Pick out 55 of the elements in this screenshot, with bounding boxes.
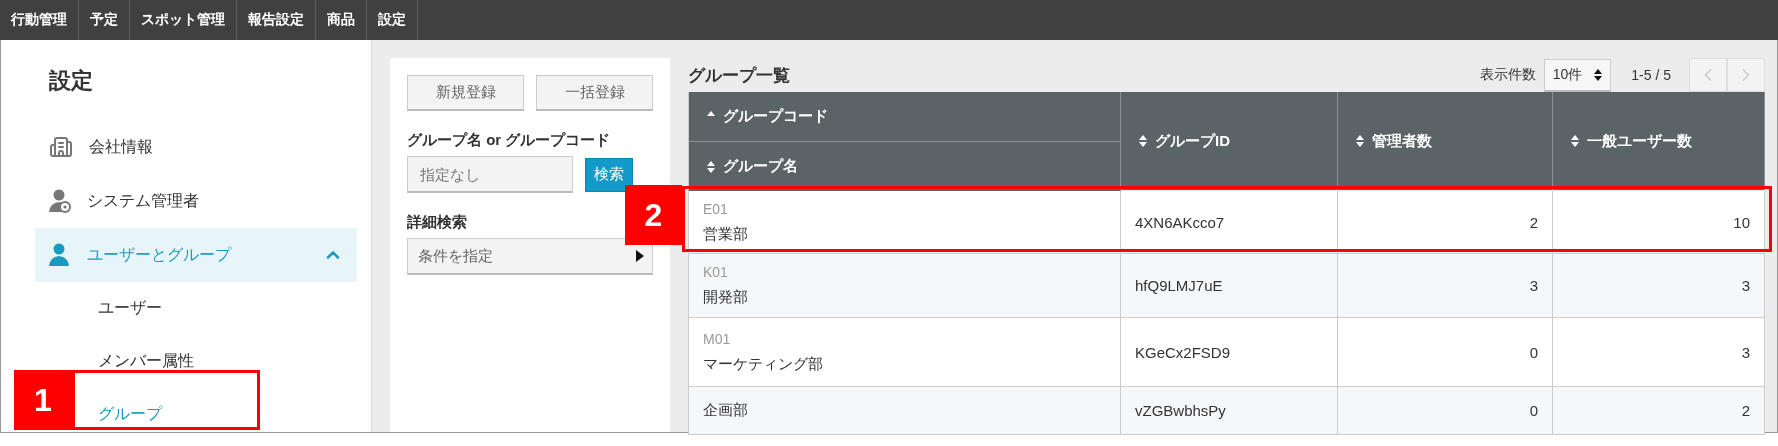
register-button[interactable]: 一括登録 <box>536 75 653 111</box>
callout-label: 1 <box>14 370 72 430</box>
table-cell: 3 <box>1553 254 1765 318</box>
page-range: 1-5 / 5 <box>1631 67 1671 83</box>
sidebar-item[interactable]: システム管理者 <box>35 174 357 228</box>
group-name: マーケティング部 <box>703 354 823 374</box>
list-title: グループ一覧 <box>688 64 791 87</box>
table-cell: KGeCx2FSD9 <box>1121 318 1338 387</box>
table-cell: 3 <box>1553 318 1765 387</box>
sort-icon[interactable] <box>1571 135 1579 147</box>
table-cell: 2 <box>1553 387 1765 435</box>
group-name: 営業部 <box>703 224 748 244</box>
user-gear-icon <box>49 189 71 213</box>
sort-icon[interactable] <box>707 160 715 173</box>
table-cell: 2 <box>1338 191 1553 254</box>
nav-tab[interactable]: 商品 <box>316 0 367 40</box>
nav-tab[interactable]: スポット管理 <box>130 0 237 40</box>
group-code: E01 <box>703 200 728 217</box>
triangle-right-icon <box>636 250 644 262</box>
building-icon <box>49 135 73 159</box>
sidebar-title: 設定 <box>48 67 94 95</box>
group-name: 開発部 <box>703 288 748 307</box>
group-code: M01 <box>703 330 731 347</box>
table-cell: 10 <box>1553 191 1765 254</box>
table-cell: hfQ9LMJ7uE <box>1121 254 1338 318</box>
callout-label: 2 <box>625 185 682 245</box>
nav-tab[interactable]: 報告設定 <box>237 0 316 40</box>
condition-select[interactable]: 条件を指定 <box>407 238 653 275</box>
sidebar-subitem[interactable]: ユーザー <box>98 298 162 319</box>
table-cell: 0 <box>1338 387 1553 435</box>
search-field[interactable]: 指定なし <box>407 156 573 193</box>
column-header[interactable]: グループ名 <box>689 142 1121 191</box>
table-cell: vZGBwbhsPy <box>1121 387 1338 435</box>
page-size-label: 表示件数 <box>1479 66 1536 84</box>
table-cell: 0 <box>1338 318 1553 387</box>
table-cell: 3 <box>1338 254 1553 318</box>
column-header[interactable]: 管理者数 <box>1338 92 1553 190</box>
sidebar-subitem[interactable]: メンバー属性 <box>98 351 194 372</box>
up-down-icon <box>1594 68 1603 81</box>
table-cell: 4XN6AKcco7 <box>1121 191 1338 254</box>
column-header[interactable]: グループID <box>1121 92 1338 190</box>
user-icon <box>49 243 71 267</box>
group-name: 企画部 <box>703 401 748 420</box>
search-label: グループ名 or グループコード <box>407 131 612 150</box>
group-code: K01 <box>703 264 728 280</box>
page-size-select[interactable]: 10件 <box>1543 58 1612 92</box>
register-button[interactable]: 新規登録 <box>407 75 524 111</box>
column-header[interactable]: グループコード <box>689 92 1121 142</box>
column-header[interactable]: 一般ユーザー数 <box>1553 92 1765 190</box>
detail-search-label: 詳細検索 <box>407 213 468 232</box>
nav-tab[interactable]: 予定 <box>79 0 130 40</box>
nav-tab[interactable]: 行動管理 <box>0 0 79 40</box>
sort-icon[interactable] <box>1356 135 1364 147</box>
sidebar-item[interactable]: 会社情報 <box>35 120 357 174</box>
sort-icon[interactable] <box>1139 135 1147 147</box>
